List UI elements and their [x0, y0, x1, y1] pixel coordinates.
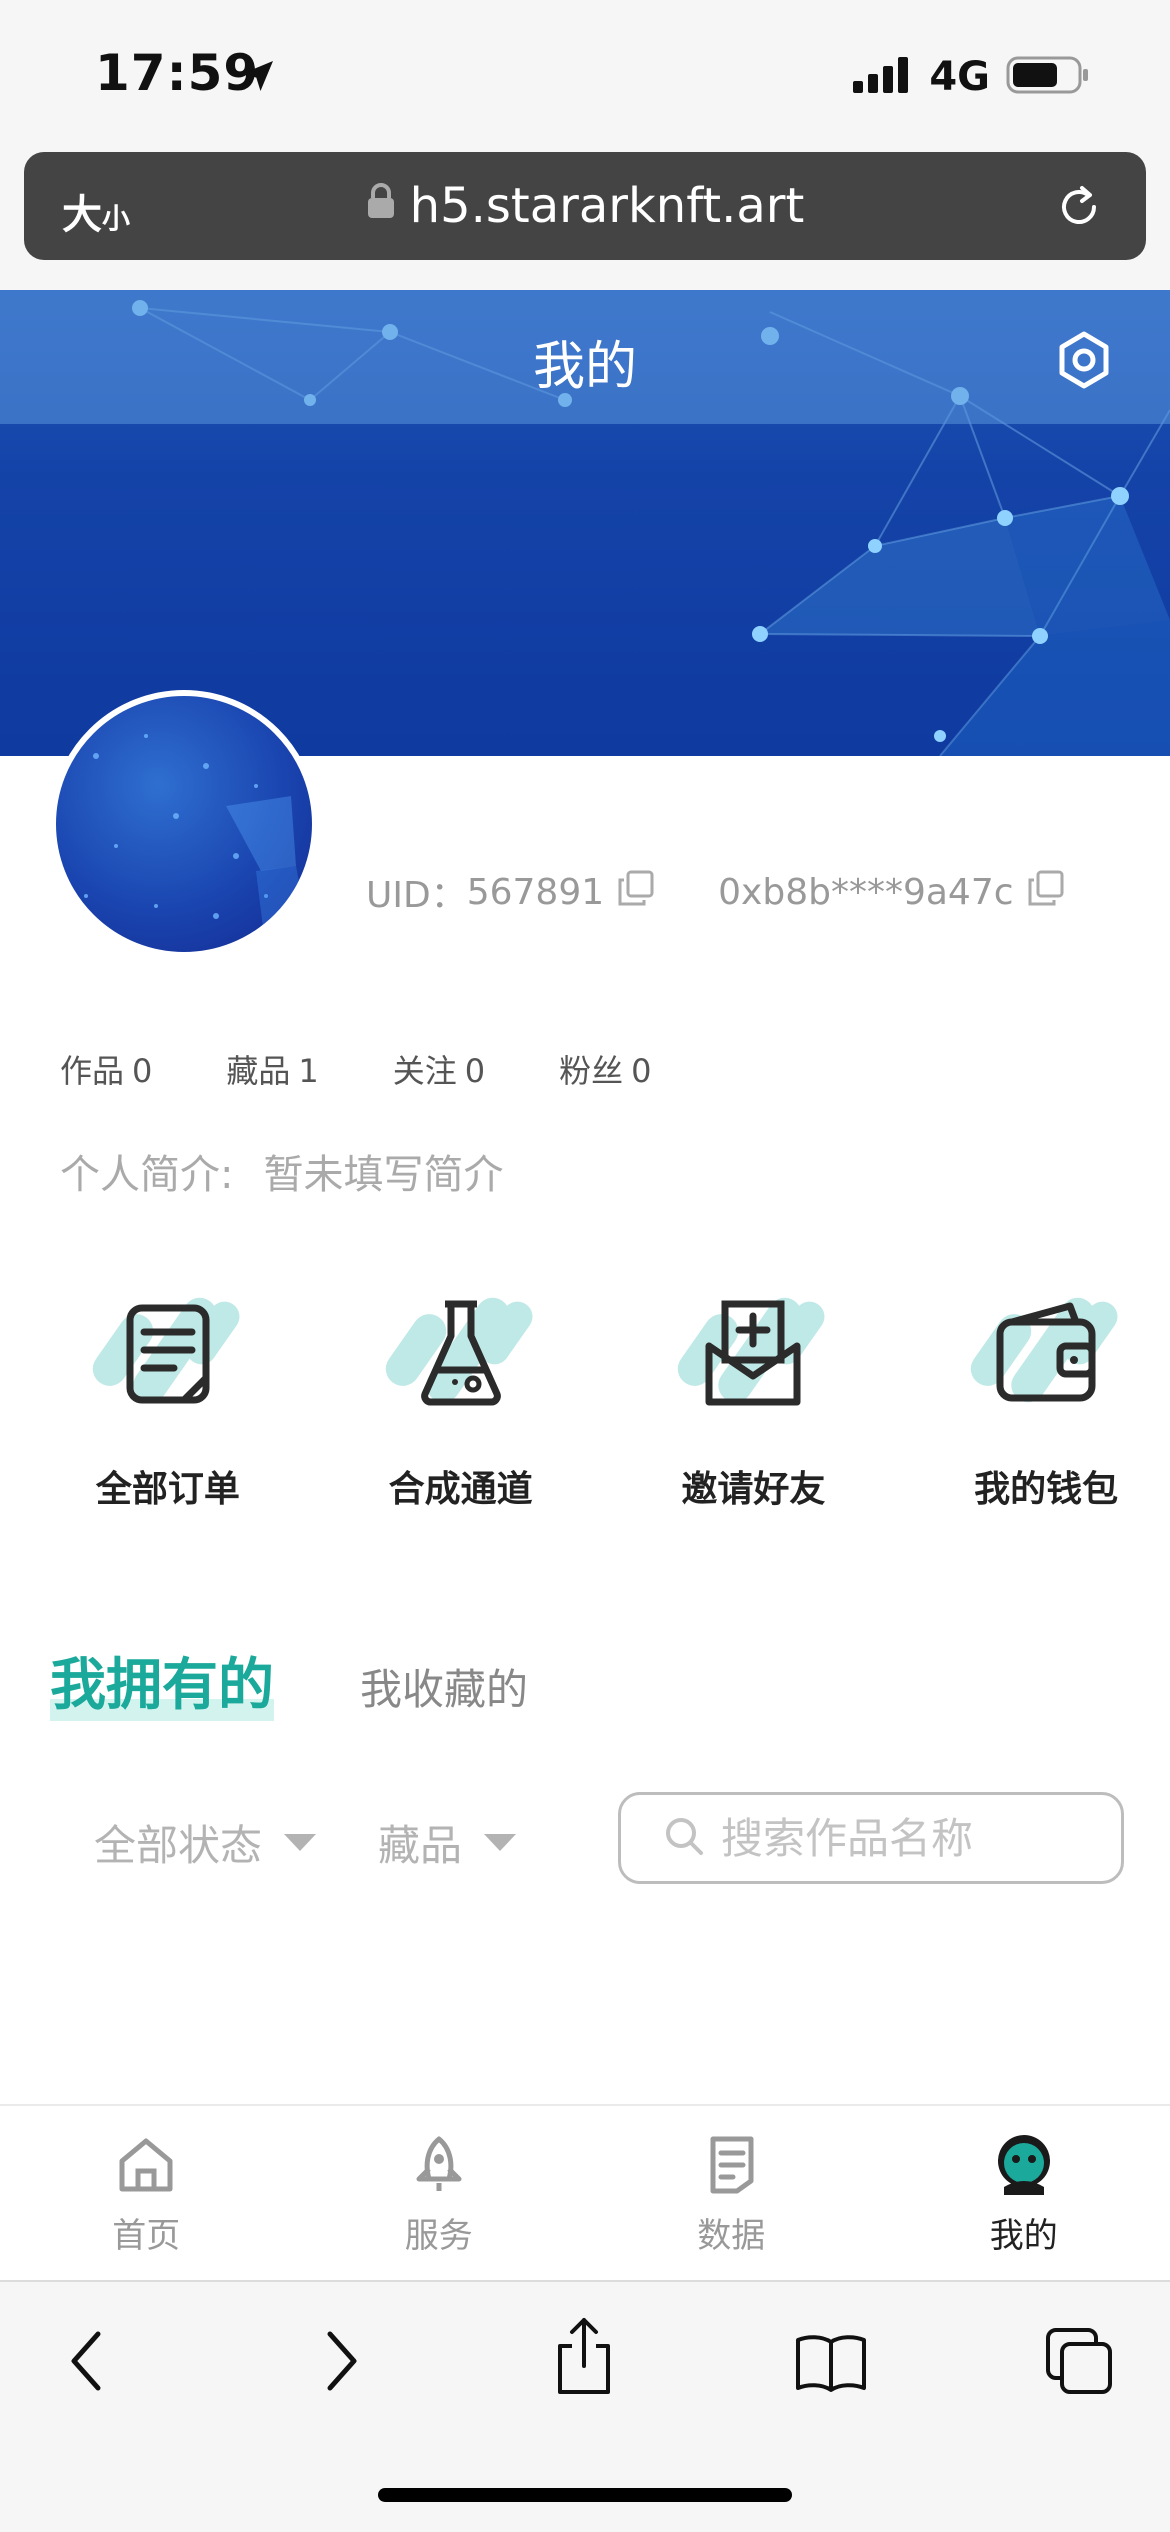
rocket-icon	[293, 2130, 586, 2200]
tabbar-services[interactable]: 服务	[293, 2106, 586, 2280]
quick-action-orders[interactable]: 全部订单	[44, 1270, 292, 1512]
quick-action-wallet[interactable]: 我的钱包	[922, 1270, 1170, 1512]
location-arrow-icon	[238, 56, 278, 100]
back-icon[interactable]	[62, 2326, 112, 2400]
type-filter-dropdown[interactable]: 藏品	[378, 1812, 517, 1873]
caret-down-icon	[284, 1834, 317, 1851]
home-indicator	[378, 2488, 792, 2502]
status-filter-dropdown[interactable]: 全部状态	[94, 1812, 317, 1873]
status-indicators: 4G	[853, 54, 1090, 100]
tabs-icon[interactable]	[1044, 2326, 1114, 2400]
flask-icon	[381, 1270, 541, 1430]
tabbar-data[interactable]: 数据	[585, 2106, 878, 2280]
search-icon	[663, 1815, 705, 1861]
avatar[interactable]	[50, 690, 318, 958]
caret-down-icon	[484, 1834, 517, 1851]
status-bar: 17:59 4G	[0, 0, 1170, 150]
url-field[interactable]: h5.stararknft.art	[24, 178, 1146, 234]
copy-icon[interactable]	[1026, 868, 1066, 917]
bottom-tab-bar: 首页 服务 数据 我的	[0, 2104, 1170, 2280]
invite-icon	[673, 1270, 833, 1430]
reload-icon[interactable]	[1052, 180, 1106, 238]
order-list-icon	[88, 1270, 248, 1430]
wallet-icon	[966, 1270, 1126, 1430]
search-box[interactable]	[618, 1792, 1124, 1884]
tabbar-mine[interactable]: 我的	[878, 2106, 1170, 2280]
robot-avatar-icon	[878, 2130, 1170, 2200]
stat-followers[interactable]: 粉丝 0	[559, 1046, 651, 1092]
url-text: h5.stararknft.art	[409, 178, 805, 234]
page-title: 我的	[532, 337, 637, 397]
report-icon	[585, 2130, 878, 2200]
stat-collections[interactable]: 藏品 1	[226, 1046, 318, 1092]
tab-favorites[interactable]: 我收藏的	[360, 1656, 528, 1721]
tab-owned[interactable]: 我拥有的	[50, 1640, 274, 1721]
uid-value: 567891	[466, 871, 605, 913]
quick-actions: 全部订单 合成通道 邀请好友 我的钱包	[0, 1270, 1170, 1512]
address-bar[interactable]: 大小 h5.stararknft.art	[24, 152, 1146, 260]
collection-tabs: 我拥有的 我收藏的	[50, 1640, 528, 1721]
profile-header-banner: 我的	[0, 290, 1170, 756]
stat-following[interactable]: 关注 0	[393, 1046, 485, 1092]
home-icon	[0, 2130, 293, 2200]
copy-icon[interactable]	[616, 868, 656, 917]
bio-label: 个人简介:	[60, 1152, 234, 1198]
wallet-address: 0xb8b****9a47c	[718, 868, 1065, 917]
filter-bar: 全部状态 藏品	[0, 1792, 1170, 1884]
uid: UID： 567891	[366, 866, 656, 918]
search-input[interactable]	[721, 1813, 1101, 1863]
profile-stats: 作品 0 藏品 1 关注 0 粉丝 0	[60, 1046, 726, 1092]
stat-works[interactable]: 作品 0	[60, 1046, 152, 1092]
signal-icon	[853, 57, 913, 97]
network-type: 4G	[929, 54, 990, 100]
top-nav-bar: 我的	[0, 290, 1170, 424]
settings-hexagon-icon[interactable]	[1054, 330, 1114, 394]
forward-icon[interactable]	[316, 2326, 366, 2400]
wallet-address-value: 0xb8b****9a47c	[718, 871, 1014, 913]
share-icon[interactable]	[552, 2316, 616, 2400]
status-time: 17:59	[95, 44, 260, 102]
profile-ids: UID： 567891 0xb8b****9a47c	[366, 866, 1066, 918]
bookmarks-icon[interactable]	[794, 2330, 868, 2398]
quick-action-synthesis[interactable]: 合成通道	[337, 1270, 585, 1512]
battery-icon	[1006, 55, 1090, 99]
bio-text: 暂未填写简介	[263, 1152, 504, 1198]
profile-bio: 个人简介: 暂未填写简介	[60, 1142, 503, 1200]
quick-action-invite[interactable]: 邀请好友	[630, 1270, 878, 1512]
lock-icon	[366, 176, 396, 232]
tabbar-home[interactable]: 首页	[0, 2106, 293, 2280]
